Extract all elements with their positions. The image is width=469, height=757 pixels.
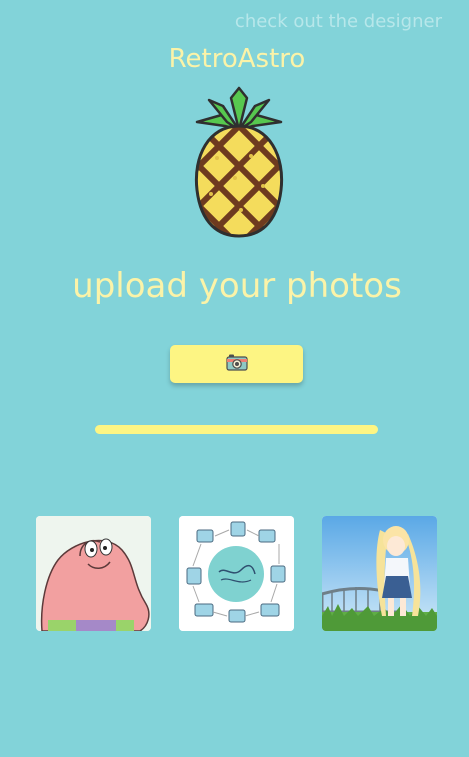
pineapple-icon — [189, 86, 289, 240]
photo-thumbnail-1[interactable] — [36, 516, 151, 631]
app-title: RetroAstro — [168, 44, 306, 74]
upload-progress-fill — [95, 425, 378, 434]
upload-headline: upload your photos — [72, 266, 402, 306]
camera-icon — [225, 353, 248, 375]
upload-photo-button[interactable] — [170, 345, 303, 383]
designer-link[interactable]: check out the designer — [235, 11, 442, 32]
photo-thumbnail-3[interactable] — [322, 516, 437, 631]
upload-progress-bar — [95, 425, 378, 434]
photo-thumbnail-2[interactable] — [179, 516, 294, 631]
